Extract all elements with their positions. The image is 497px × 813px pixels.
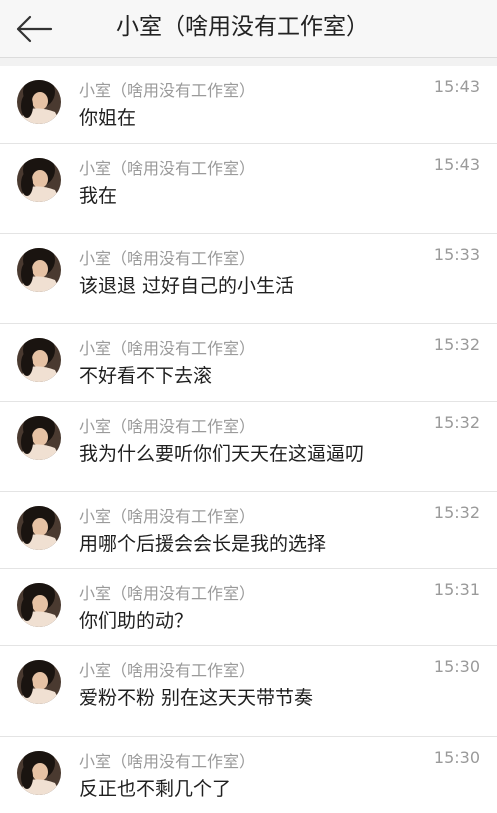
- sender-avatar: [17, 751, 61, 795]
- app-header: 小室（啥用没有工作室）: [0, 0, 497, 58]
- message-time: 15:32: [433, 335, 480, 354]
- message-time: 15:43: [433, 77, 480, 96]
- message-row[interactable]: 小室（啥用没有工作室） 15:33 该退退 过好自己的小生活: [0, 234, 497, 324]
- page-title: 小室（啥用没有工作室）: [116, 14, 369, 40]
- sender-avatar: [17, 338, 61, 382]
- message-time: 15:31: [433, 580, 480, 599]
- message-row[interactable]: 小室（啥用没有工作室） 15:32 我为什么要听你们天天在这逼逼叨: [0, 402, 497, 492]
- sender-name: 小室（啥用没有工作室）: [79, 81, 256, 100]
- sender-name: 小室（啥用没有工作室）: [79, 159, 256, 178]
- message-row[interactable]: 小室（啥用没有工作室） 15:32 不好看不下去滚: [0, 324, 497, 402]
- sender-avatar: [17, 248, 61, 292]
- message-list: 小室（啥用没有工作室） 15:43 你姐在 小室（啥用没有工作室） 15:43 …: [0, 66, 497, 813]
- sender-avatar: [17, 416, 61, 460]
- sender-name: 小室（啥用没有工作室）: [79, 249, 256, 268]
- message-time: 15:32: [433, 413, 480, 432]
- message-text: 不好看不下去滚: [79, 365, 213, 387]
- message-text: 我在: [79, 185, 118, 207]
- sender-avatar: [17, 80, 61, 124]
- arrow-left-icon: [16, 15, 53, 43]
- message-time: 15:43: [433, 155, 480, 174]
- message-text: 我为什么要听你们天天在这逼逼叨: [79, 443, 365, 465]
- sender-avatar: [17, 506, 61, 550]
- message-text: 你姐在: [79, 107, 137, 129]
- message-row[interactable]: 小室（啥用没有工作室） 15:43 我在: [0, 144, 497, 234]
- sender-avatar: [17, 158, 61, 202]
- sender-name: 小室（啥用没有工作室）: [79, 339, 256, 358]
- message-time: 15:32: [433, 503, 480, 522]
- message-text: 反正也不剩几个了: [79, 778, 232, 800]
- sender-avatar: [17, 660, 61, 704]
- sender-name: 小室（啥用没有工作室）: [79, 661, 256, 680]
- message-text: 爱粉不粉 别在这天天带节奏: [79, 687, 314, 709]
- message-text: 你们助的动？: [79, 610, 194, 632]
- sender-name: 小室（啥用没有工作室）: [79, 584, 256, 603]
- back-button[interactable]: [10, 6, 58, 52]
- message-text: 用哪个后援会会长是我的选择: [79, 533, 327, 555]
- message-row[interactable]: 小室（啥用没有工作室） 15:31 你们助的动？: [0, 569, 497, 646]
- message-time: 15:33: [433, 245, 480, 264]
- sender-avatar: [17, 583, 61, 627]
- sender-name: 小室（啥用没有工作室）: [79, 752, 256, 771]
- message-row[interactable]: 小室（啥用没有工作室） 15:43 你姐在: [0, 66, 497, 144]
- message-row[interactable]: 小室（啥用没有工作室） 15:30 反正也不剩几个了: [0, 737, 497, 813]
- message-time: 15:30: [433, 748, 480, 767]
- message-row[interactable]: 小室（啥用没有工作室） 15:30 爱粉不粉 别在这天天带节奏: [0, 646, 497, 737]
- sender-name: 小室（啥用没有工作室）: [79, 417, 256, 436]
- message-time: 15:30: [433, 657, 480, 676]
- message-row[interactable]: 小室（啥用没有工作室） 15:32 用哪个后援会会长是我的选择: [0, 492, 497, 569]
- message-text: 该退退 过好自己的小生活: [79, 275, 295, 297]
- sender-name: 小室（啥用没有工作室）: [79, 507, 256, 526]
